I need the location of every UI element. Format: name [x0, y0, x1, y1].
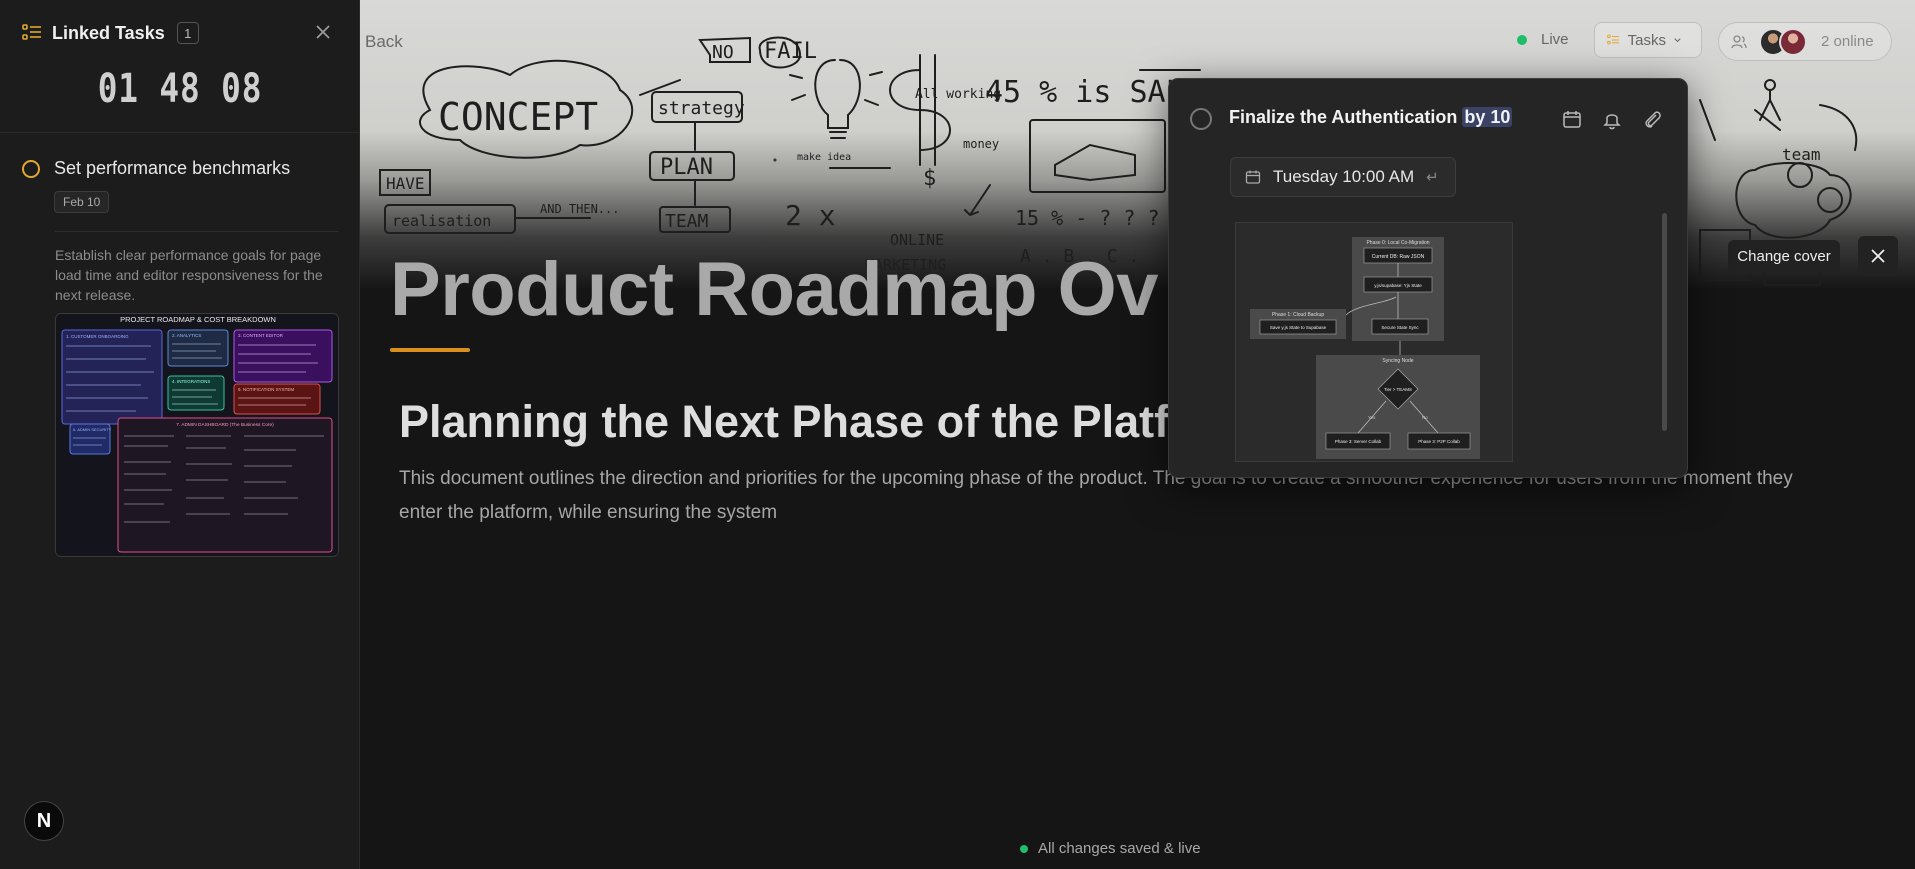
- svg-text:No: No: [1422, 415, 1428, 420]
- tasks-label: Tasks: [1627, 31, 1666, 49]
- svg-text:5. NOTIFICATION SYSTEM: 5. NOTIFICATION SYSTEM: [238, 387, 294, 392]
- roadmap-title: PROJECT ROADMAP & COST BREAKDOWN: [120, 315, 276, 324]
- svg-text:Phase 3: Server Collab: Phase 3: Server Collab: [1335, 439, 1382, 444]
- svg-text:FAIL: FAIL: [764, 39, 817, 64]
- chevron-down-icon: [1674, 38, 1681, 43]
- back-button[interactable]: Back: [365, 32, 403, 52]
- online-users[interactable]: 2 online: [1718, 22, 1892, 61]
- paperclip-icon[interactable]: [1641, 108, 1663, 130]
- svg-text:team: team: [1782, 145, 1821, 164]
- timer-display: 01 48 08: [97, 66, 263, 112]
- roadmap-diagram: PROJECT ROADMAP & COST BREAKDOWN 1. CUST…: [56, 314, 338, 556]
- highlighted-text: by 10: [1462, 107, 1513, 127]
- live-label: Live: [1541, 31, 1569, 48]
- task-date-badge: Feb 10: [54, 191, 110, 213]
- svg-text:15 % - ? ? ?: 15 % - ? ? ?: [1015, 206, 1160, 230]
- svg-text:6. ADMIN SECURITY: 6. ADMIN SECURITY: [73, 427, 112, 432]
- task-row: Set performance benchmarks: [22, 158, 340, 179]
- calendar-icon[interactable]: [1561, 108, 1583, 130]
- svg-text:Current DB: Raw JSON: Current DB: Raw JSON: [1372, 254, 1425, 260]
- svg-text:realisation: realisation: [392, 212, 491, 230]
- save-status-text: All changes saved & live: [1038, 840, 1201, 857]
- bell-icon[interactable]: [1601, 108, 1623, 130]
- sidebar-title: Linked Tasks: [52, 22, 165, 43]
- task-complete-checkbox[interactable]: [1190, 108, 1212, 130]
- calendar-icon: [1245, 170, 1261, 184]
- document-heading[interactable]: Planning the Next Phase of the Platf: [399, 396, 1169, 448]
- task-title: Set performance benchmarks: [54, 158, 291, 178]
- svg-text:Phase 3: P2P Collab: Phase 3: P2P Collab: [1418, 439, 1460, 444]
- svg-text:Save y.js State to Supabase: Save y.js State to Supabase: [1270, 325, 1327, 330]
- users-icon: [1731, 34, 1747, 48]
- due-date-text: Tuesday 10:00 AM: [1273, 167, 1415, 186]
- svg-text:PLAN: PLAN: [660, 155, 713, 180]
- task-item[interactable]: Set performance benchmarks Feb 10: [22, 158, 340, 213]
- task-divider: [55, 231, 339, 232]
- svg-text:AND THEN...: AND THEN...: [540, 202, 619, 216]
- task-count-badge: 1: [176, 22, 199, 44]
- task-list-icon: [22, 24, 41, 40]
- sidebar-divider: [0, 132, 360, 133]
- svg-text:3. CONTENT EDITOR: 3. CONTENT EDITOR: [238, 333, 284, 338]
- svg-text:Phase 0: Local Co-Migration: Phase 0: Local Co-Migration: [1366, 240, 1429, 246]
- svg-text:HAVE: HAVE: [386, 174, 425, 193]
- svg-text:4. INTEGRATIONS: 4. INTEGRATIONS: [172, 379, 210, 384]
- svg-text:Secure State Sync: Secure State Sync: [1381, 325, 1419, 330]
- task-detail-popup: Finalize the Authentication by 10 Tuesda…: [1168, 78, 1688, 478]
- due-date-chip[interactable]: Tuesday 10:00 AM ↵: [1230, 157, 1456, 197]
- svg-text:Tier > TEAMS: Tier > TEAMS: [1384, 387, 1412, 392]
- live-indicator: Live: [1517, 31, 1569, 48]
- svg-text:All working: All working: [915, 87, 1001, 102]
- svg-text:TEAM: TEAM: [665, 211, 709, 232]
- app-window: Linked Tasks 1 01 48 08 Set performance …: [0, 0, 1915, 869]
- save-status: All changes saved & live: [1020, 840, 1201, 857]
- svg-text:1. CUSTOMER ONBOARDING: 1. CUSTOMER ONBOARDING: [66, 334, 129, 339]
- task-title-input[interactable]: Finalize the Authentication by 10: [1229, 107, 1513, 128]
- remove-cover-button[interactable]: [1858, 236, 1898, 276]
- online-count: 2 online: [1821, 33, 1874, 50]
- svg-text:make idea: make idea: [797, 152, 851, 163]
- svg-text:Syncing Node: Syncing Node: [1382, 358, 1413, 364]
- task-attachment-image[interactable]: PROJECT ROADMAP & COST BREAKDOWN 1. CUST…: [55, 313, 339, 557]
- svg-text:Phase 1: Cloud Backup: Phase 1: Cloud Backup: [1272, 312, 1324, 318]
- sidebar-header: Linked Tasks 1: [0, 0, 360, 66]
- user-avatar[interactable]: [1779, 27, 1807, 56]
- flowchart-diagram: Phase 0: Local Co-Migration Current DB: …: [1236, 223, 1512, 461]
- svg-text:2. ANALYTICS: 2. ANALYTICS: [172, 333, 201, 338]
- app-logo[interactable]: N: [24, 801, 64, 841]
- svg-text:Yes: Yes: [1368, 415, 1376, 420]
- svg-text:$: $: [923, 166, 936, 191]
- popup-scrollbar[interactable]: [1662, 213, 1667, 431]
- svg-text:money: money: [963, 137, 999, 151]
- enter-key-icon: ↵: [1426, 169, 1439, 186]
- svg-text:strategy: strategy: [658, 98, 745, 119]
- task-checkbox[interactable]: [22, 159, 40, 178]
- cover-word-concept: CONCEPT: [438, 95, 598, 139]
- document-title[interactable]: Product Roadmap Ov: [390, 246, 1159, 333]
- task-list-icon: [1607, 34, 1619, 45]
- task-description: Establish clear performance goals for pa…: [55, 247, 323, 303]
- close-sidebar-icon[interactable]: [313, 22, 333, 42]
- svg-text:7. ADMIN DASHBOARD (The Busine: 7. ADMIN DASHBOARD (The Business Core): [176, 422, 274, 428]
- change-cover-button[interactable]: Change cover: [1728, 240, 1840, 273]
- live-status-dot: [1517, 34, 1527, 45]
- svg-text:y.js/supabase: Yjs State: y.js/supabase: Yjs State: [1374, 283, 1422, 288]
- task-attachment-diagram[interactable]: Phase 0: Local Co-Migration Current DB: …: [1235, 222, 1513, 462]
- close-icon: [1871, 249, 1885, 263]
- svg-text:2 x: 2 x: [785, 199, 836, 232]
- linked-tasks-sidebar: Linked Tasks 1 01 48 08 Set performance …: [0, 0, 360, 869]
- svg-text:NO: NO: [712, 42, 734, 63]
- save-status-dot: [1020, 844, 1028, 853]
- title-accent-bar: [390, 348, 470, 352]
- tasks-dropdown-button[interactable]: Tasks: [1594, 22, 1702, 58]
